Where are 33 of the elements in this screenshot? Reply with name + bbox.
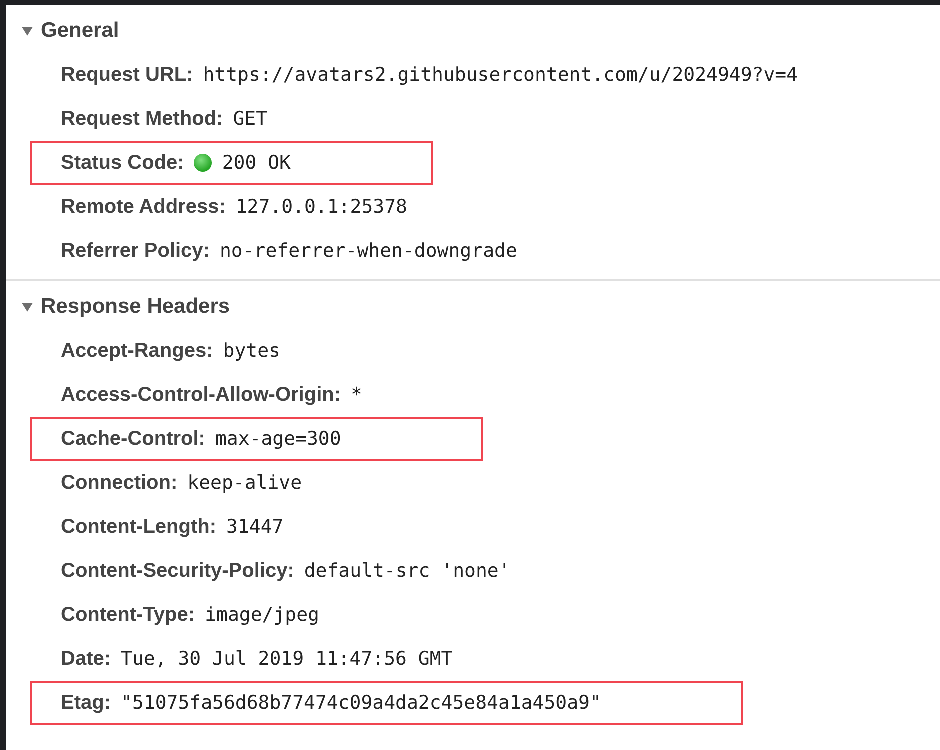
header-value: no-referrer-when-downgrade xyxy=(220,240,518,262)
header-name: Remote Address: xyxy=(61,196,226,218)
section-header[interactable]: Response Headers xyxy=(6,295,230,319)
header-name: Status Code: xyxy=(61,152,184,174)
header-name: Date: xyxy=(61,648,112,670)
header-value: 31447 xyxy=(226,516,284,538)
header-value: https://avatars2.githubusercontent.com/u/2024949?v=4 xyxy=(203,64,798,86)
header-value: "51075fa56d68b77474c09a4da2c45e84a1a450a9" xyxy=(121,692,602,714)
header-name: Connection: xyxy=(61,472,178,494)
header-value: 200 OK xyxy=(222,152,291,174)
header-name: Request Method: xyxy=(61,108,224,130)
header-name: Referrer Policy: xyxy=(61,240,210,262)
status-dot-icon xyxy=(194,154,212,172)
header-value: bytes xyxy=(223,340,280,362)
header-name: Content-Security-Policy: xyxy=(61,560,294,582)
header-name: Content-Type: xyxy=(61,604,196,626)
header-name: Request URL: xyxy=(61,64,194,86)
header-value: keep-alive xyxy=(188,472,302,494)
header-value: default-src 'none' xyxy=(304,560,510,582)
header-value: * xyxy=(351,384,362,406)
header-name: Cache-Control: xyxy=(61,428,206,450)
header-name: Etag: xyxy=(61,692,111,714)
header-value: 127.0.0.1:25378 xyxy=(236,196,408,218)
header-name: Access-Control-Allow-Origin: xyxy=(61,384,342,406)
header-name: Accept-Ranges: xyxy=(61,340,214,362)
disclosure-triangle-icon xyxy=(22,26,33,36)
disclosure-triangle-icon xyxy=(22,302,33,312)
section-header[interactable]: General xyxy=(6,19,120,43)
header-value: image/jpeg xyxy=(205,604,320,626)
header-value: GET xyxy=(233,108,268,130)
header-value: max-age=300 xyxy=(215,428,342,450)
header-name: Content-Length: xyxy=(61,516,217,538)
header-value: Tue, 30 Jul 2019 11:47:56 GMT xyxy=(121,648,453,670)
